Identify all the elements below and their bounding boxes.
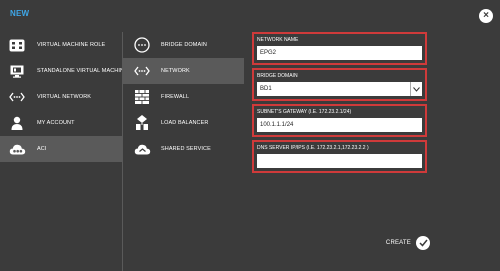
subtype-label: SHARED SERVICE xyxy=(161,146,211,152)
user-icon xyxy=(8,115,26,131)
category-item-aci[interactable]: ACI xyxy=(0,136,122,162)
subtype-item-bridge-domain[interactable]: BRIDGE DOMAIN xyxy=(123,32,244,58)
checkmark-icon xyxy=(418,239,428,247)
category-list: VIRTUAL MACHINE ROLE STANDALONE VIRTUAL … xyxy=(0,32,128,162)
shared-service-icon xyxy=(133,141,151,157)
bridge-domain-value: BD1 xyxy=(260,86,272,92)
network-name-group: NETWORK NAME EPG2 xyxy=(252,32,427,65)
firewall-icon xyxy=(133,89,151,105)
dns-server-group: DNS SERVER IP/IPS (I.E. 172.23.2.1,172.2… xyxy=(252,140,427,173)
dns-server-input[interactable] xyxy=(257,154,422,168)
new-dialog: NEW × VIRTUAL MACHINE ROLE STANDALONE VI… xyxy=(0,0,500,271)
category-item-standalone-vm[interactable]: STANDALONE VIRTUAL MACHINE xyxy=(0,58,128,84)
network-arrows-icon xyxy=(8,89,26,105)
subtype-item-shared-service[interactable]: SHARED SERVICE xyxy=(123,136,244,162)
chevron-down-icon[interactable] xyxy=(410,82,422,96)
category-item-my-account[interactable]: MY ACCOUNT xyxy=(0,110,122,136)
bridge-domain-select[interactable]: BD1 xyxy=(257,82,422,96)
category-label: MY ACCOUNT xyxy=(37,120,75,126)
category-item-virtual-network[interactable]: VIRTUAL NETWORK xyxy=(0,84,122,110)
category-label: STANDALONE VIRTUAL MACHINE xyxy=(37,68,128,74)
dialog-title: NEW xyxy=(10,9,30,18)
vm-role-icon xyxy=(8,37,26,53)
network-name-label: NETWORK NAME xyxy=(257,37,299,43)
dns-server-label: DNS SERVER IP/IPS (I.E. 172.23.2.1,172.2… xyxy=(257,145,369,151)
bridge-domain-group: BRIDGE DOMAIN BD1 xyxy=(252,68,427,101)
bridge-domain-label: BRIDGE DOMAIN xyxy=(257,73,298,79)
subtype-item-network[interactable]: NETWORK xyxy=(123,58,244,84)
subnet-gateway-value: 100.1.1.1/24 xyxy=(260,122,294,128)
create-label: CREATE xyxy=(385,240,411,246)
category-item-vm-role[interactable]: VIRTUAL MACHINE ROLE xyxy=(0,32,122,58)
subtype-list: BRIDGE DOMAIN NETWORK FIREWALL LOAD BALA… xyxy=(122,32,244,271)
close-button[interactable]: × xyxy=(479,9,493,23)
subnet-gateway-input[interactable]: 100.1.1.1/24 xyxy=(257,118,422,132)
subtype-label: LOAD BALANCER xyxy=(161,120,209,126)
bridge-domain-icon xyxy=(133,37,151,53)
subtype-label: FIREWALL xyxy=(161,94,190,100)
subnet-gateway-group: SUBNET'S GATEWAY (I.E. 172.23.2.1/24) 10… xyxy=(252,104,427,137)
subtype-label: NETWORK xyxy=(161,68,190,74)
load-balancer-icon xyxy=(133,115,151,131)
category-label: ACI xyxy=(37,146,47,152)
subnet-gateway-label: SUBNET'S GATEWAY (I.E. 172.23.2.1/24) xyxy=(257,109,352,115)
create-button[interactable] xyxy=(416,236,430,250)
network-name-input[interactable]: EPG2 xyxy=(257,46,422,60)
subtype-item-firewall[interactable]: FIREWALL xyxy=(123,84,244,110)
category-label: VIRTUAL MACHINE ROLE xyxy=(37,42,106,48)
close-icon: × xyxy=(483,10,489,21)
network-form: NETWORK NAME EPG2 BRIDGE DOMAIN BD1 SUBN… xyxy=(252,32,428,176)
network-arrows-icon xyxy=(133,63,151,79)
category-label: VIRTUAL NETWORK xyxy=(37,94,92,100)
subtype-item-load-balancer[interactable]: LOAD BALANCER xyxy=(123,110,244,136)
subtype-label: BRIDGE DOMAIN xyxy=(161,42,207,48)
create-action[interactable]: CREATE xyxy=(386,236,430,250)
aci-cloud-icon xyxy=(8,141,26,157)
network-name-value: EPG2 xyxy=(260,50,277,56)
monitor-icon xyxy=(8,63,26,79)
